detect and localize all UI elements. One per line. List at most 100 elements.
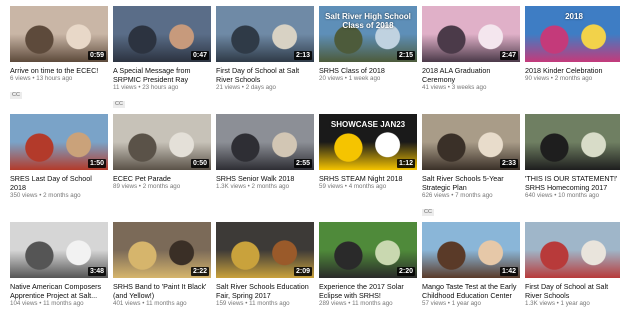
video-thumbnail[interactable]: 2:22 bbox=[113, 222, 211, 278]
video-title[interactable]: 2018 Kinder Celebration bbox=[525, 66, 620, 75]
video-thumbnail[interactable]: 2:55 bbox=[216, 114, 314, 170]
duration-badge: 2:47 bbox=[499, 51, 518, 60]
upload-age: 4 months ago bbox=[348, 183, 387, 190]
video-thumbnail[interactable] bbox=[525, 222, 620, 278]
video-card[interactable]: 2:47 2018 ALA Graduation Ceremony 41 views… bbox=[422, 6, 520, 114]
video-meta: 1.3K views • 2 months ago bbox=[216, 183, 314, 191]
view-count: 90 views bbox=[525, 75, 550, 82]
video-title[interactable]: Salt River Schools 5-Year Strategic Plan bbox=[422, 174, 520, 192]
upload-age: 2 months ago bbox=[554, 75, 593, 82]
video-title[interactable]: SRES Last Day of School 2018 bbox=[10, 174, 108, 192]
video-meta: 90 views • 2 months ago bbox=[525, 75, 620, 83]
video-thumbnail[interactable]: 1:50 bbox=[10, 114, 108, 170]
video-card[interactable]: 0:50 ECEC Pet Parade 89 views • 2 months a… bbox=[113, 114, 211, 222]
thumbnail-overlay-text: SHOWCASE JAN23 bbox=[330, 120, 406, 129]
duration-badge: 1:12 bbox=[396, 159, 415, 168]
view-count: 20 views bbox=[319, 75, 344, 82]
video-title[interactable]: A Special Message from SRPMIC President … bbox=[113, 66, 211, 84]
video-card[interactable]: 2:09 Salt River Schools Education Fair, S… bbox=[216, 222, 314, 330]
video-meta: 350 views • 2 months ago bbox=[10, 192, 108, 200]
video-thumbnail[interactable]: 3:48 bbox=[10, 222, 108, 278]
video-meta: 41 views • 3 weeks ago bbox=[422, 84, 520, 92]
video-thumbnail[interactable]: SHOWCASE JAN23 1:12 bbox=[319, 114, 417, 170]
video-title[interactable]: Native American Composers Apprentice Pro… bbox=[10, 282, 108, 300]
video-card[interactable]: 2:20 Experience the 2017 Solar Eclipse wi… bbox=[319, 222, 417, 330]
duration-badge: 2:15 bbox=[396, 51, 415, 60]
upload-age: 1 year ago bbox=[560, 300, 590, 307]
video-thumbnail[interactable]: 1:42 bbox=[422, 222, 520, 278]
duration-badge: 0:47 bbox=[190, 51, 209, 60]
video-card[interactable]: 1:50 SRES Last Day of School 2018 350 view… bbox=[10, 114, 108, 222]
video-title[interactable]: 2018 ALA Graduation Ceremony bbox=[422, 66, 520, 84]
duration-badge: 2:33 bbox=[499, 159, 518, 168]
view-count: 1.3K views bbox=[525, 300, 555, 307]
video-meta: 159 views • 11 months ago bbox=[216, 300, 314, 308]
video-card[interactable]: First Day of School at Salt River School… bbox=[525, 222, 620, 330]
upload-age: 7 months ago bbox=[455, 192, 493, 199]
video-title[interactable]: Arrive on time to the ECEC! bbox=[10, 66, 108, 75]
video-card[interactable]: 1:42 Mango Taste Test at the Early Childh… bbox=[422, 222, 520, 330]
video-title[interactable]: ECEC Pet Parade bbox=[113, 174, 211, 183]
video-title[interactable]: SRHS STEAM Night 2018 bbox=[319, 174, 417, 183]
upload-age: 2 days ago bbox=[245, 84, 276, 91]
video-thumbnail[interactable]: 2:09 bbox=[216, 222, 314, 278]
upload-age: 2 months ago bbox=[251, 183, 290, 190]
view-count: 159 views bbox=[216, 300, 244, 307]
view-count: 350 views bbox=[10, 192, 38, 199]
video-thumbnail[interactable]: 2:47 bbox=[422, 6, 520, 62]
video-card[interactable]: 3:48 Native American Composers Apprentice… bbox=[10, 222, 108, 330]
video-card[interactable]: SHOWCASE JAN23 1:12 SRHS STEAM Night 2018 5… bbox=[319, 114, 417, 222]
video-card[interactable]: 0:59 Arrive on time to the ECEC! 6 views •… bbox=[10, 6, 108, 114]
upload-age: 13 hours ago bbox=[36, 75, 73, 82]
duration-badge: 2:55 bbox=[293, 159, 312, 168]
duration-badge: 1:50 bbox=[87, 159, 106, 168]
video-title[interactable]: Salt River Schools Education Fair, Sprin… bbox=[216, 282, 314, 300]
view-count: 6 views bbox=[10, 75, 31, 82]
video-card[interactable]: 0:47 A Special Message from SRPMIC Presid… bbox=[113, 6, 211, 114]
view-count: 1.3K views bbox=[216, 183, 246, 190]
upload-age: 11 months ago bbox=[352, 300, 393, 307]
video-thumbnail[interactable] bbox=[525, 114, 620, 170]
view-count: 89 views bbox=[113, 183, 138, 190]
video-card[interactable]: Salt River High School Class of 2018 2:15… bbox=[319, 6, 417, 114]
video-title[interactable]: SRHS Band to 'Paint It Black' (and Yello… bbox=[113, 282, 211, 300]
video-title[interactable]: Mango Taste Test at the Early Childhood … bbox=[422, 282, 520, 300]
video-card[interactable]: 'THIS IS OUR STATEMENT!' SRHS Homecoming… bbox=[525, 114, 620, 222]
video-meta: 59 views • 4 months ago bbox=[319, 183, 417, 191]
video-meta: 640 views • 10 months ago bbox=[525, 192, 620, 200]
video-thumbnail[interactable]: 2:20 bbox=[319, 222, 417, 278]
video-meta: 57 views • 1 year ago bbox=[422, 300, 520, 308]
thumbnail-image bbox=[525, 222, 620, 278]
duration-badge: 2:22 bbox=[190, 267, 209, 276]
video-title[interactable]: First Day of School at Salt River School… bbox=[525, 282, 620, 300]
video-title[interactable]: First Day of School at Salt River School… bbox=[216, 66, 314, 84]
video-thumbnail[interactable]: 2018 bbox=[525, 6, 620, 62]
view-count: 21 views bbox=[216, 84, 241, 91]
video-card[interactable]: 2:55 SRHS Senior Walk 2018 1.3K views • 2 … bbox=[216, 114, 314, 222]
duration-badge: 2:20 bbox=[396, 267, 415, 276]
video-card[interactable]: 2:33 Salt River Schools 5-Year Strategic … bbox=[422, 114, 520, 222]
upload-age: 10 months ago bbox=[558, 192, 600, 199]
video-thumbnail[interactable]: 2:33 bbox=[422, 114, 520, 170]
video-thumbnail[interactable]: 0:47 bbox=[113, 6, 211, 62]
video-card[interactable]: 2:22 SRHS Band to 'Paint It Black' (and Y… bbox=[113, 222, 211, 330]
video-thumbnail[interactable]: 0:59 bbox=[10, 6, 108, 62]
thumbnail-image bbox=[525, 114, 620, 170]
video-meta: 11 views • 23 hours ago bbox=[113, 84, 211, 92]
video-thumbnail[interactable]: 0:50 bbox=[113, 114, 211, 170]
view-count: 289 views bbox=[319, 300, 347, 307]
upload-age: 2 months ago bbox=[142, 183, 181, 190]
video-thumbnail[interactable]: 2:13 bbox=[216, 6, 314, 62]
video-thumbnail[interactable]: Salt River High School Class of 2018 2:15 bbox=[319, 6, 417, 62]
video-meta: 89 views • 2 months ago bbox=[113, 183, 211, 191]
view-count: 57 views bbox=[422, 300, 447, 307]
video-title[interactable]: SRHS Class of 2018 bbox=[319, 66, 417, 75]
video-title[interactable]: Experience the 2017 Solar Eclipse with S… bbox=[319, 282, 417, 300]
video-meta: 401 views • 11 months ago bbox=[113, 300, 211, 308]
video-grid: 0:59 Arrive on time to the ECEC! 6 views •… bbox=[10, 6, 620, 330]
video-card[interactable]: 2018 2018 Kinder Celebration 90 views • 2 … bbox=[525, 6, 620, 114]
duration-badge: 2:09 bbox=[293, 267, 312, 276]
video-title[interactable]: 'THIS IS OUR STATEMENT!' SRHS Homecoming… bbox=[525, 174, 620, 192]
video-title[interactable]: SRHS Senior Walk 2018 bbox=[216, 174, 314, 183]
video-card[interactable]: 2:13 First Day of School at Salt River Sc… bbox=[216, 6, 314, 114]
